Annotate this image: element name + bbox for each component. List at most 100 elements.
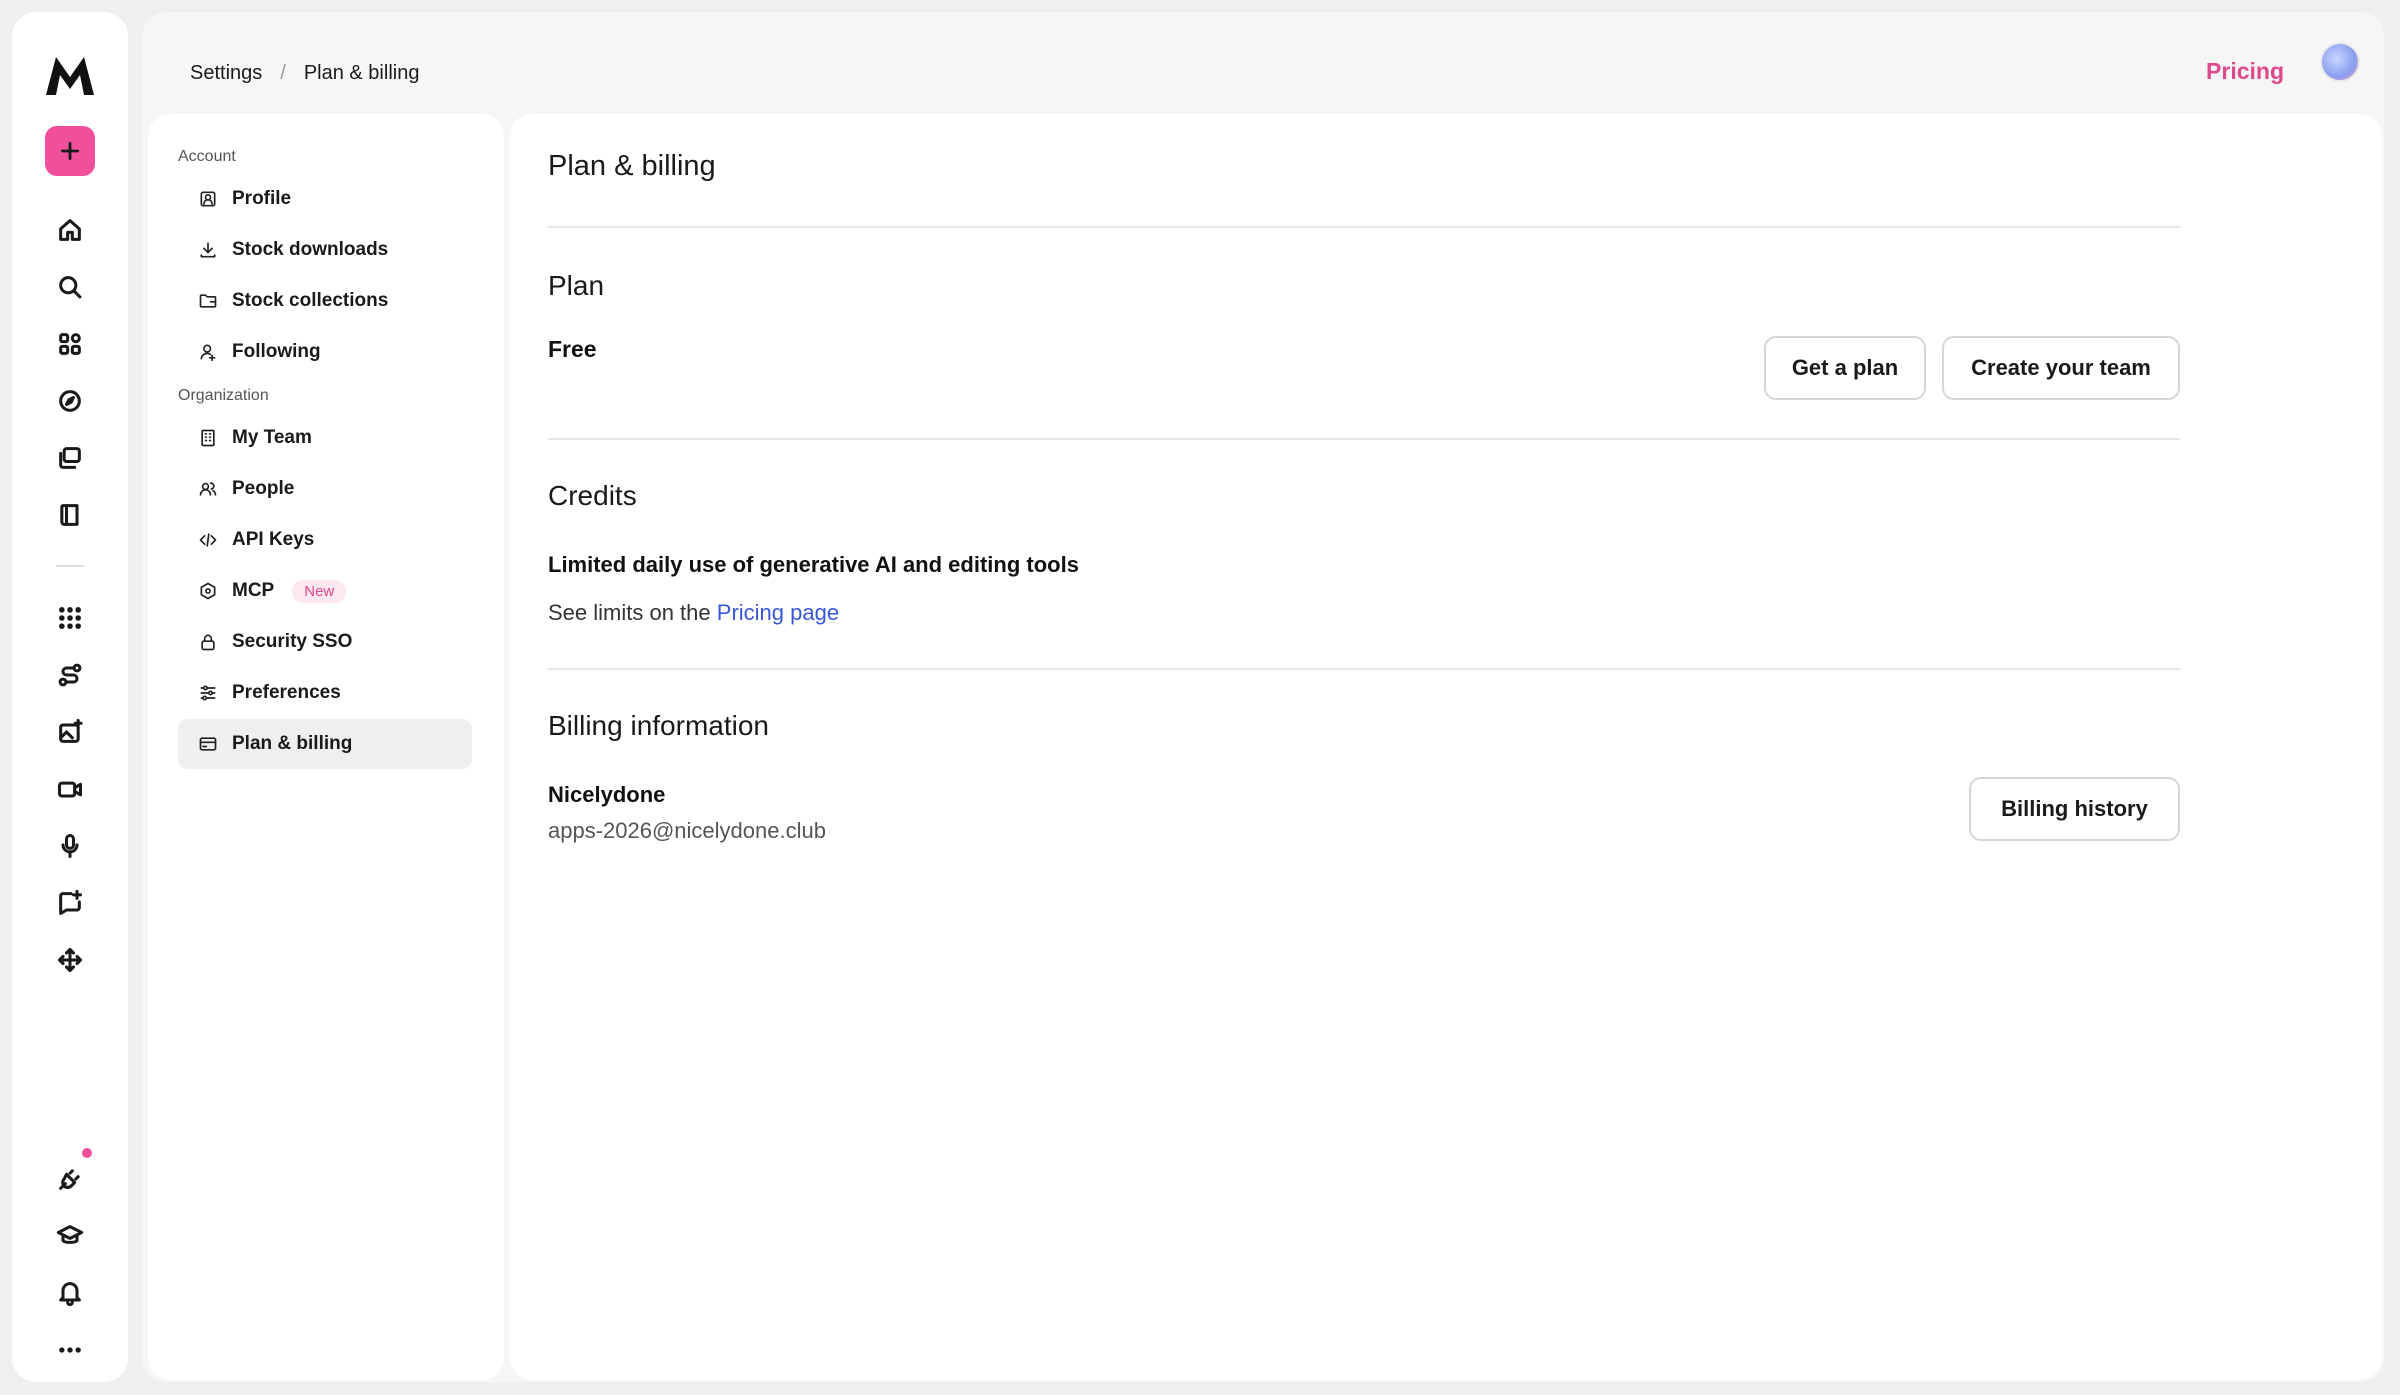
divider (548, 226, 2180, 228)
nav-item-label: Following (232, 341, 321, 362)
image-ai-icon (59, 718, 83, 743)
user-follow-icon (200, 344, 216, 362)
nav-item-label: MCP (232, 580, 275, 601)
rail-search[interactable] (12, 265, 128, 309)
rail-divider (56, 565, 84, 567)
pricing-page-link[interactable]: Pricing page (717, 600, 839, 625)
plus-icon (61, 142, 79, 160)
rail-library[interactable] (12, 493, 128, 537)
billing-email: apps-2026@nicelydone.club (548, 818, 826, 843)
move-icon (57, 947, 83, 973)
rail-workflows[interactable] (12, 653, 128, 697)
nav-item-mcp[interactable]: MCP New (178, 566, 472, 616)
nav-item-label: Plan & billing (232, 733, 353, 754)
nav-item-following[interactable]: Following (178, 327, 472, 377)
create-button[interactable] (12, 126, 128, 176)
graduation-cap-icon (56, 1225, 84, 1244)
book-icon (60, 504, 79, 526)
rail-all-tools[interactable] (12, 596, 128, 640)
rail-video-generator[interactable] (12, 767, 128, 811)
notification-dot (82, 1148, 92, 1158)
folder-icon (199, 294, 217, 308)
nav-item-profile[interactable]: Profile (178, 174, 472, 224)
create-team-button[interactable]: Create your team (1942, 336, 2180, 400)
rail-more[interactable] (12, 1328, 128, 1372)
rail-image-generator[interactable] (12, 710, 128, 754)
search-icon (59, 276, 82, 299)
new-badge: New (292, 579, 347, 603)
credits-limits: See limits on the Pricing page (548, 600, 2180, 626)
people-icon (199, 482, 217, 496)
breadcrumb-current: Plan & billing (303, 62, 420, 84)
rail-apps[interactable] (12, 322, 128, 366)
rail-notifications[interactable] (12, 1271, 128, 1315)
limits-prefix: See limits on the (548, 600, 711, 625)
nav-item-stock-collections[interactable]: Stock collections (178, 276, 472, 326)
credits-description: Limited daily use of generative AI and e… (548, 552, 1079, 577)
bell-icon (59, 1282, 81, 1307)
chat-ai-icon (59, 889, 83, 916)
nav-item-people[interactable]: People (178, 464, 472, 514)
rail-academy[interactable] (12, 1214, 128, 1258)
divider (548, 668, 2180, 670)
billing-history-button[interactable]: Billing history (1969, 777, 2180, 841)
nav-item-plan-billing[interactable]: Plan & billing (178, 719, 472, 769)
card-icon (199, 737, 217, 751)
compass-icon (59, 390, 81, 412)
nav-item-stock-downloads[interactable]: Stock downloads (178, 225, 472, 275)
lock-icon (201, 634, 215, 651)
breadcrumb-separator: / (280, 62, 286, 84)
home-icon (59, 219, 81, 241)
hexagon-icon (200, 582, 216, 600)
section-label-account: Account (178, 148, 236, 165)
logo-icon (46, 57, 94, 95)
billing-name: Nicelydone (548, 782, 666, 807)
plug-icon (59, 1169, 80, 1190)
rail-home[interactable] (12, 208, 128, 252)
nav-item-security-sso[interactable]: Security SSO (178, 617, 472, 667)
download-icon (200, 242, 216, 258)
nav-item-preferences[interactable]: Preferences (178, 668, 472, 718)
collections-icon (59, 447, 81, 469)
more-icon (59, 1347, 81, 1353)
avatar[interactable] (2320, 42, 2360, 82)
building-icon (201, 429, 215, 447)
nav-item-label: Security SSO (232, 631, 353, 652)
current-plan: Free (548, 336, 597, 362)
rail-collections[interactable] (12, 436, 128, 480)
rail-plugins[interactable] (12, 1157, 128, 1201)
brand-logo[interactable] (12, 50, 128, 102)
content-panel: Plan & billing Plan Free Get a plan Crea… (510, 114, 2382, 1380)
nav-item-label: Stock downloads (232, 239, 389, 260)
nav-item-api-keys[interactable]: API Keys (178, 515, 472, 565)
billing-heading: Billing information (548, 710, 769, 741)
pricing-link[interactable]: Pricing (2206, 58, 2284, 85)
microphone-icon (61, 833, 79, 859)
nav-item-label: Stock collections (232, 290, 389, 311)
breadcrumb-settings[interactable]: Settings (190, 62, 262, 85)
video-ai-icon (57, 781, 83, 798)
nav-item-label: Preferences (232, 682, 341, 703)
grid-dots-icon (59, 607, 81, 629)
nav-item-label: API Keys (232, 529, 315, 550)
rail-assistant[interactable] (12, 881, 128, 925)
settings-nav: Account Profile Stock downloads Stock co… (148, 114, 504, 1380)
section-label-organization: Organization (178, 387, 269, 404)
nav-item-my-team[interactable]: My Team (178, 413, 472, 463)
divider (548, 438, 2180, 440)
rail-transform[interactable] (12, 938, 128, 982)
rail-explore[interactable] (12, 379, 128, 423)
nav-item-label: Profile (232, 188, 292, 209)
get-plan-button[interactable]: Get a plan (1764, 336, 1926, 400)
app-rail (12, 12, 128, 1382)
plan-heading: Plan (548, 270, 605, 301)
profile-icon (200, 191, 216, 207)
nav-item-label: People (232, 478, 295, 499)
breadcrumb: Settings / Plan & billing (190, 62, 419, 85)
apps-grid-icon (59, 333, 81, 355)
nav-item-label: My Team (232, 427, 312, 448)
rail-audio[interactable] (12, 824, 128, 868)
code-icon (199, 533, 217, 547)
top-bar: Settings / Plan & billing Pricing (142, 12, 2384, 116)
workflow-icon (58, 663, 82, 687)
